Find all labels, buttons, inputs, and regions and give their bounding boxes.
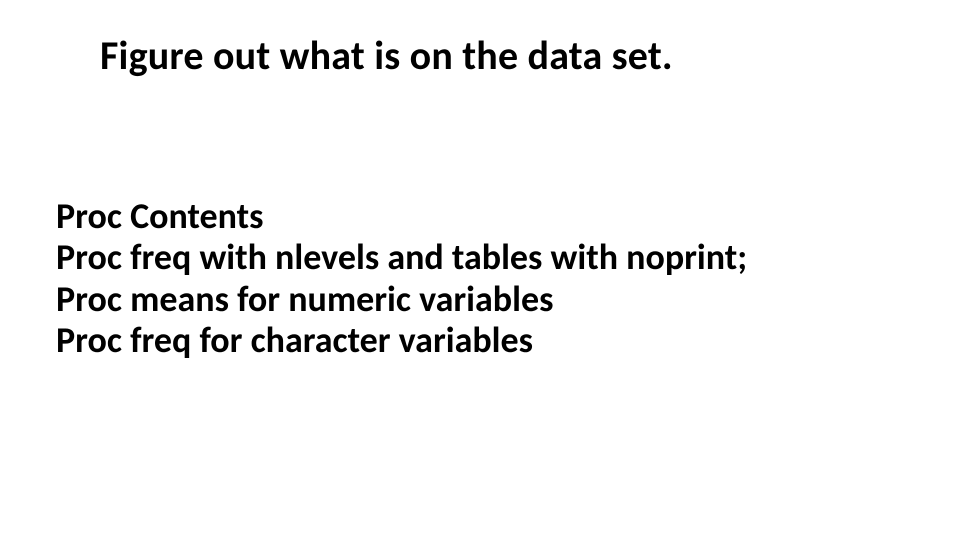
- slide-title: Figure out what is on the data set.: [100, 34, 673, 78]
- body-line-1: Proc Contents: [56, 196, 747, 237]
- slide-body: Proc Contents Proc freq with nlevels and…: [56, 196, 747, 362]
- body-line-3: Proc means for numeric variables: [56, 279, 747, 320]
- slide: Figure out what is on the data set. Proc…: [0, 0, 960, 540]
- body-line-4: Proc freq for character variables: [56, 320, 747, 361]
- body-line-2: Proc freq with nlevels and tables with n…: [56, 237, 747, 278]
